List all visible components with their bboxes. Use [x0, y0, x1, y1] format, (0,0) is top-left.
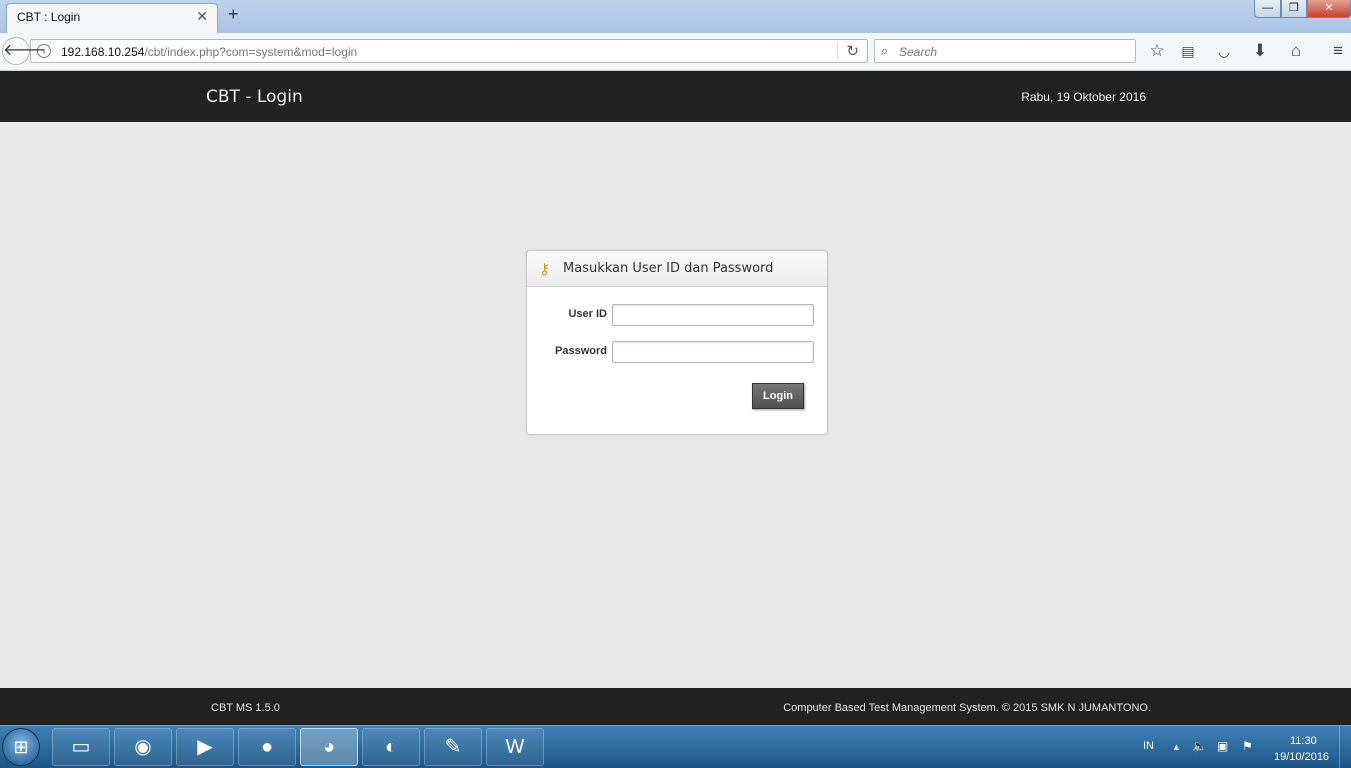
userid-input[interactable] [612, 304, 814, 326]
app-footer: CBT MS 1.5.0 Computer Based Test Managem… [0, 688, 1351, 725]
media-player-icon[interactable]: ▶ [176, 728, 234, 766]
action-center-icon[interactable]: ⚑ [1242, 739, 1253, 753]
tab-close-icon[interactable]: ✕ [196, 8, 208, 25]
app-header: CBT - Login Rabu, 19 Oktober 2016 [0, 71, 1351, 122]
app-icon[interactable]: ● [238, 728, 296, 766]
current-date: Rabu, 19 Oktober 2016 [1021, 90, 1146, 104]
file-explorer-icon[interactable]: ▭ [52, 728, 110, 766]
page-title: CBT - Login [206, 87, 303, 107]
show-desktop-button[interactable] [1339, 726, 1351, 768]
footer-copyright: Computer Based Test Management System. ©… [783, 702, 1151, 714]
password-label: Password [555, 345, 607, 357]
back-button[interactable]: 🡐 [2, 37, 46, 65]
url-text[interactable]: 192.168.10.254/cbt/index.php?com=system&… [61, 45, 357, 59]
url-host: 192.168.10.254 [61, 45, 145, 59]
login-panel: ⚷ Masukkan User ID dan Password User ID … [526, 250, 828, 435]
tab-title: CBT : Login [17, 10, 81, 24]
reading-list-icon[interactable]: ▤ [1177, 43, 1199, 60]
clock-date[interactable]: 19/10/2016 [1274, 751, 1329, 763]
pocket-icon[interactable]: ◡ [1213, 43, 1235, 60]
minimize-button[interactable]: — [1254, 0, 1281, 18]
search-bar[interactable]: ⌕ [874, 39, 1136, 63]
back-arrow-icon: 🡐 [3, 42, 46, 59]
taskbar: ⊞ ▭ ◉ ▶ ● ◕ ◐ ✎ W IN ▲ 🔈 ▣ ⚑ 11:30 19/10… [0, 725, 1351, 768]
login-panel-title: Masukkan User ID dan Password [563, 261, 774, 276]
search-input[interactable] [899, 43, 1129, 60]
network-icon[interactable]: ▣ [1217, 739, 1228, 753]
language-indicator[interactable]: IN [1143, 740, 1154, 752]
menu-icon[interactable]: ≡ [1327, 41, 1349, 61]
footer-version: CBT MS 1.5.0 [211, 702, 280, 714]
maximize-button[interactable]: ❐ [1281, 0, 1307, 18]
browser-tab[interactable]: CBT : Login ✕ [6, 3, 218, 33]
chrome-icon[interactable]: ◉ [114, 728, 172, 766]
search-icon: ⌕ [881, 43, 889, 58]
url-bar[interactable]: i 192.168.10.254/cbt/index.php?com=syste… [30, 39, 868, 63]
volume-icon[interactable]: 🔈 [1192, 739, 1207, 753]
userid-label: User ID [568, 308, 607, 320]
paint-icon[interactable]: ✎ [424, 728, 482, 766]
close-window-button[interactable]: ✕ [1307, 0, 1351, 18]
clock-time[interactable]: 11:30 [1290, 735, 1317, 747]
login-panel-header: ⚷ Masukkan User ID dan Password [527, 251, 827, 287]
login-button[interactable]: Login [752, 383, 804, 409]
browser-navbar: i 192.168.10.254/cbt/index.php?com=syste… [0, 33, 1351, 71]
reload-icon[interactable]: ↻ [837, 42, 859, 60]
download-icon[interactable]: ⬇ [1249, 41, 1271, 61]
tray-expand-icon[interactable]: ▲ [1172, 742, 1181, 752]
url-path: /cbt/index.php?com=system&mod=login [144, 45, 358, 59]
password-input[interactable] [612, 341, 814, 363]
browser-icon[interactable]: ◐ [362, 728, 420, 766]
star-icon[interactable]: ☆ [1146, 41, 1168, 61]
firefox-icon[interactable]: ◕ [300, 728, 358, 766]
key-icon: ⚷ [539, 261, 550, 278]
start-button[interactable]: ⊞ [2, 728, 40, 766]
new-tab-icon[interactable]: + [228, 4, 239, 25]
windows-logo-icon: ⊞ [13, 737, 29, 757]
browser-titlebar: CBT : Login ✕ + — ❐ ✕ [0, 0, 1351, 33]
word-icon[interactable]: W [486, 728, 544, 766]
home-icon[interactable]: ⌂ [1285, 41, 1307, 61]
